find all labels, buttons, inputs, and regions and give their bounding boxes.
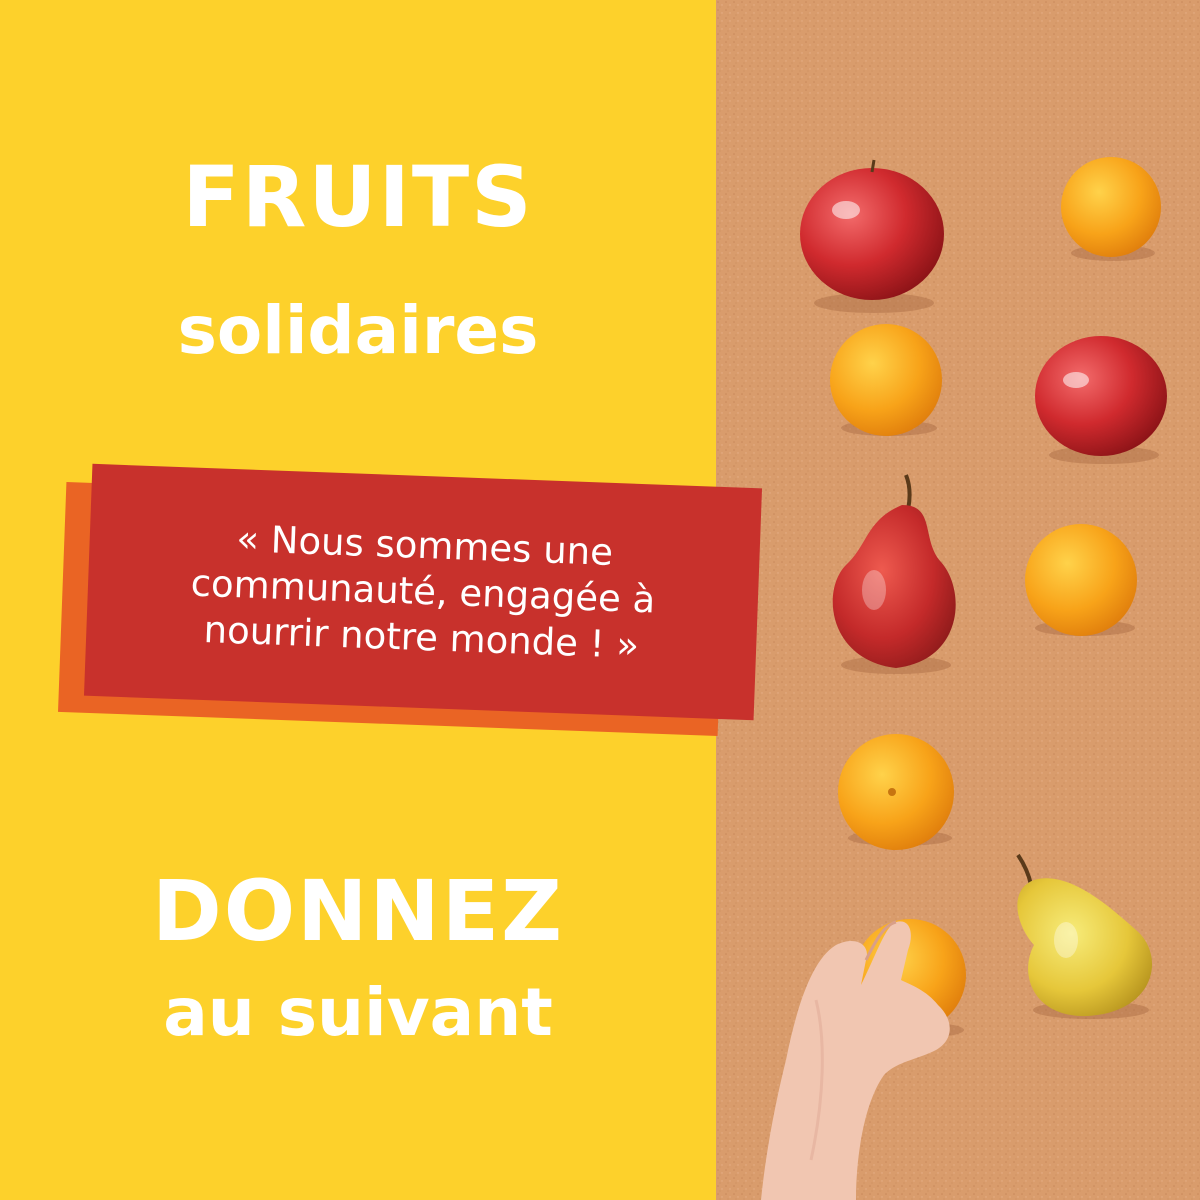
orange-4: [838, 734, 954, 850]
fruit-photo: [716, 0, 1200, 1200]
poster: FRUITS solidaires « Nous sommes une comm…: [0, 0, 1200, 1200]
orange-2: [830, 324, 942, 436]
title-fruits: FRUITS: [182, 148, 534, 246]
orange-3: [1025, 524, 1137, 636]
subtitle-solidaires: solidaires: [177, 292, 539, 369]
subtitle-au-suivant: au suivant: [163, 974, 553, 1051]
title-donnez: DONNEZ: [151, 862, 565, 960]
